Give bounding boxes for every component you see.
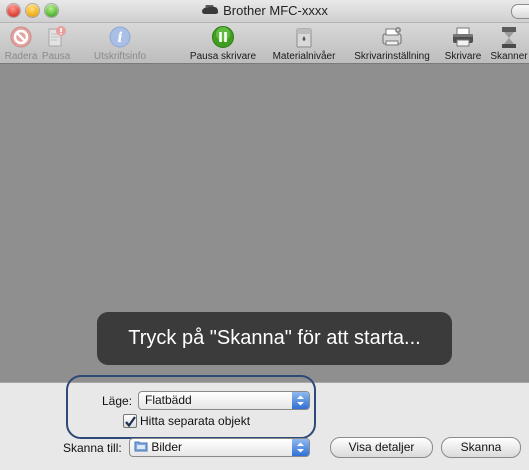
delete-icon xyxy=(10,26,32,48)
scan-to-label: Skanna till: xyxy=(63,441,122,455)
select-arrows-icon xyxy=(292,392,309,409)
printer-setup-icon xyxy=(382,27,402,46)
toolbar-label-job-info: Utskriftsinfo xyxy=(93,51,147,62)
pause-job-icon xyxy=(48,26,66,47)
scan-preview-area: Tryck på "Skanna" för att starta... xyxy=(0,64,529,382)
scan-to-select-value: Bilder xyxy=(151,440,183,454)
pause-printer-icon xyxy=(212,26,234,48)
window-title: Brother MFC-xxxx xyxy=(223,3,328,18)
title-bar: Brother MFC-xxxx xyxy=(0,0,529,23)
scan-button[interactable]: Skanna xyxy=(441,437,521,458)
toolbar-toggle-button[interactable] xyxy=(511,4,529,19)
scan-settings-panel: Läge: Flatbädd Hitta separata objekt Ska… xyxy=(0,375,529,470)
detect-separate-label: Hitta separata objekt xyxy=(140,414,251,428)
printer-proxy-icon xyxy=(201,4,219,16)
mode-select[interactable]: Flatbädd xyxy=(138,391,310,410)
scanner-icon xyxy=(502,27,516,48)
svg-text:i: i xyxy=(117,30,122,46)
toolbar-label-pause-printer: Pausa skrivare xyxy=(189,51,257,62)
toolbar-item-printer[interactable]: Skrivare xyxy=(440,23,486,63)
toolbar-label-pause-job: Pausa xyxy=(41,51,71,62)
toolbar-item-delete[interactable]: Radera xyxy=(3,23,39,63)
scanner-window: Brother MFC-xxxx Radera Pausa i Utskrift… xyxy=(0,0,529,470)
checkmark-icon xyxy=(125,416,136,428)
toolbar-item-pause-job[interactable]: Pausa xyxy=(39,23,73,63)
toolbar-item-printer-setup[interactable]: Skrivarinställning xyxy=(344,23,440,63)
detect-separate-checkbox[interactable] xyxy=(123,414,137,428)
toolbar-label-delete: Radera xyxy=(4,51,38,62)
toolbar-label-scanner: Skanner xyxy=(490,51,528,62)
printer-icon xyxy=(453,27,473,47)
toolbar-item-job-info[interactable]: i Utskriftsinfo xyxy=(73,23,167,63)
toolbar-label-printer: Skrivare xyxy=(444,51,482,62)
toolbar-item-scanner[interactable]: Skanner xyxy=(486,23,529,63)
toolbar-item-pause-printer[interactable]: Pausa skrivare xyxy=(183,23,263,63)
info-icon: i xyxy=(109,26,131,48)
supply-levels-icon xyxy=(296,28,312,48)
toolbar: Radera Pausa i Utskriftsinfo Pausa skriv… xyxy=(0,23,529,64)
mode-label: Läge: xyxy=(102,394,133,408)
folder-icon xyxy=(134,441,148,452)
scan-instruction-overlay: Tryck på "Skanna" för att starta... xyxy=(97,312,452,365)
toolbar-item-supply-levels[interactable]: Materialnivåer xyxy=(264,23,344,63)
scan-to-select[interactable]: Bilder xyxy=(129,438,310,457)
select-arrows-icon xyxy=(292,439,309,456)
toolbar-label-printer-setup: Skrivarinställning xyxy=(354,51,430,62)
show-details-button[interactable]: Visa detaljer xyxy=(330,437,433,458)
mode-select-value: Flatbädd xyxy=(145,393,192,407)
toolbar-label-supply-levels: Materialnivåer xyxy=(272,51,336,62)
